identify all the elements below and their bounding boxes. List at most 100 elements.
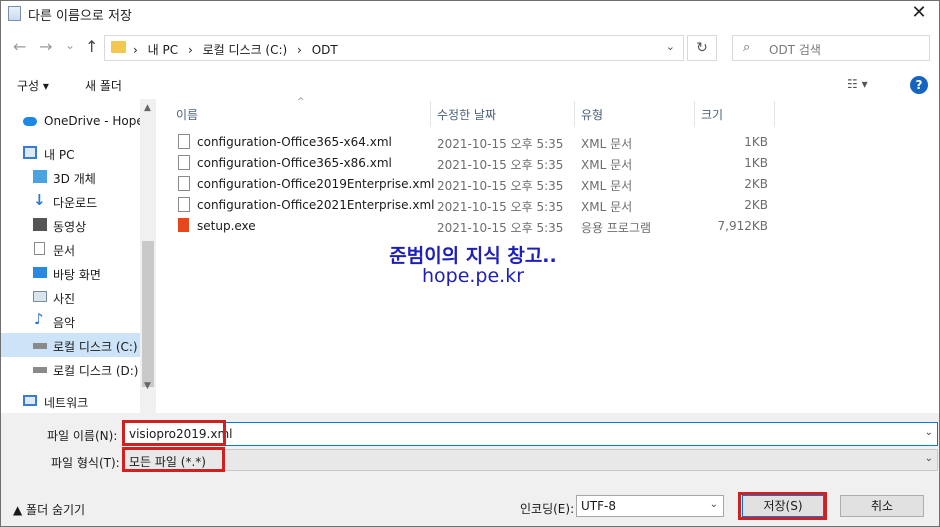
column-header-type[interactable]: 유형 <box>581 106 603 123</box>
file-size: 2KB <box>744 177 768 191</box>
breadcrumb-this-pc[interactable]: 내 PC <box>148 43 178 57</box>
file-type: XML 문서 <box>581 179 633 193</box>
sidebar-item-network[interactable]: 네트워크 <box>1 389 141 413</box>
chevron-down-icon[interactable]: ⌄ <box>666 40 675 53</box>
file-date: 2021-10-15 오후 5:35 <box>437 179 564 193</box>
column-header-name[interactable]: 이름 <box>176 106 198 123</box>
sidebar-item-downloads[interactable]: ↓ 다운로드 <box>1 189 141 213</box>
command-bar: 구성 ▾ 새 폴더 ☷ ▾ ? <box>1 71 939 99</box>
network-icon <box>23 395 37 406</box>
sidebar-item-this-pc[interactable]: 내 PC <box>1 141 141 165</box>
drive-icon <box>33 367 47 373</box>
file-date: 2021-10-15 오후 5:35 <box>437 158 564 172</box>
file-list: ^ 이름 수정한 날짜 유형 크기 configuration-Office36… <box>158 97 938 413</box>
column-header-size[interactable]: 크기 <box>701 106 723 123</box>
office-exe-icon <box>178 218 189 232</box>
file-name: configuration-Office2021Enterprise.xml <box>197 198 435 212</box>
xml-file-icon <box>178 176 190 191</box>
sidebar-item-documents[interactable]: 문서 <box>1 237 141 261</box>
filetype-select[interactable]: 모든 파일 (*.*) ⌄ <box>124 449 938 471</box>
sidebar-item-label: 로컬 디스크 (C:) <box>53 340 138 354</box>
scroll-up-icon[interactable]: ▲ <box>144 103 151 113</box>
sidebar-item-label: 바탕 화면 <box>53 268 101 282</box>
up-button[interactable]: ↑ <box>85 37 98 56</box>
sidebar-item-label: 다운로드 <box>53 196 98 210</box>
organize-button[interactable]: 구성 ▾ <box>17 77 49 94</box>
column-divider[interactable] <box>694 101 695 127</box>
cloud-icon <box>23 117 37 126</box>
breadcrumb-local-disk-c[interactable]: 로컬 디스크 (C:) <box>203 43 288 57</box>
watermark-url: hope.pe.kr <box>421 265 525 287</box>
filetype-label: 파일 형식(T): <box>51 456 120 470</box>
recent-locations-button[interactable]: ⌄ <box>65 38 75 52</box>
address-bar[interactable]: › 내 PC › 로컬 디스크 (C:) › ODT ⌄ <box>104 35 684 61</box>
drive-icon <box>33 343 47 349</box>
sidebar-item-onedrive[interactable]: OneDrive - Hope <box>1 109 144 133</box>
encoding-select[interactable]: UTF-8 ⌄ <box>576 495 724 517</box>
column-divider[interactable] <box>430 101 431 127</box>
sidebar-scrollbar[interactable]: ▲ ▼ <box>140 99 156 413</box>
column-divider[interactable] <box>774 101 775 127</box>
file-name: setup.exe <box>197 219 256 233</box>
sidebar-item-label: 사진 <box>53 292 76 306</box>
file-row[interactable]: configuration-Office2021Enterprise.xml 2… <box>176 195 776 216</box>
sidebar-item-label: OneDrive - Hope <box>44 114 144 128</box>
window-title: 다른 이름으로 저장 <box>28 9 132 24</box>
refresh-button[interactable]: ↻ <box>687 35 717 61</box>
scrollbar-thumb[interactable] <box>142 241 154 387</box>
sidebar-item-videos[interactable]: 동영상 <box>1 213 141 237</box>
sidebar-item-label: 동영상 <box>53 220 87 234</box>
sidebar-item-label: 3D 개체 <box>53 172 96 186</box>
sidebar-item-label: 내 PC <box>44 148 75 162</box>
encoding-value: UTF-8 <box>581 499 616 513</box>
close-button[interactable]: ✕ <box>899 1 939 27</box>
file-row[interactable]: configuration-Office365-x64.xml 2021-10-… <box>176 132 776 153</box>
search-placeholder: ODT 검색 <box>769 43 821 57</box>
computer-icon <box>23 146 37 159</box>
search-input[interactable]: ⌕ ODT 검색 <box>732 35 930 61</box>
xml-file-icon <box>178 155 190 170</box>
document-icon <box>34 242 45 255</box>
file-name: configuration-Office2019Enterprise.xml <box>197 177 435 191</box>
column-divider[interactable] <box>574 101 575 127</box>
chevron-down-icon[interactable]: ⌄ <box>925 427 933 438</box>
sidebar-item-local-disk-d[interactable]: 로컬 디스크 (D:) <box>1 357 141 381</box>
file-type: XML 문서 <box>581 158 633 172</box>
file-name: configuration-Office365-x64.xml <box>197 135 392 149</box>
file-size: 7,912KB <box>717 219 768 233</box>
folder-icon <box>111 41 126 53</box>
chevron-down-icon[interactable]: ⌄ <box>925 453 933 464</box>
encoding-label: 인코딩(E): <box>520 502 575 516</box>
file-row[interactable]: configuration-Office365-x86.xml 2021-10-… <box>176 153 776 174</box>
sidebar-item-pictures[interactable]: 사진 <box>1 285 141 309</box>
file-size: 1KB <box>744 156 768 170</box>
file-row[interactable]: setup.exe 2021-10-15 오후 5:35 응용 프로그램 7,9… <box>176 216 776 237</box>
sidebar-item-3d-objects[interactable]: 3D 개체 <box>1 165 141 189</box>
file-size: 1KB <box>744 135 768 149</box>
navigation-pane: OneDrive - Hope 내 PC 3D 개체 ↓ 다운로드 동영상 문서… <box>1 99 156 413</box>
breadcrumb-separator: › <box>187 43 193 57</box>
filename-input[interactable]: visiopro2019.xml ⌄ <box>124 422 938 446</box>
sidebar-item-local-disk-c[interactable]: 로컬 디스크 (C:) <box>1 333 141 357</box>
file-type: 응용 프로그램 <box>581 221 652 235</box>
sidebar-item-label: 음악 <box>53 316 76 330</box>
new-folder-button[interactable]: 새 폴더 <box>85 77 122 94</box>
help-icon[interactable]: ? <box>910 76 928 94</box>
download-icon: ↓ <box>33 191 46 209</box>
hide-folders-button[interactable]: ▲ 폴더 숨기기 <box>13 501 85 518</box>
view-options-button[interactable]: ☷ ▾ <box>847 77 868 91</box>
sidebar-item-desktop[interactable]: 바탕 화면 <box>1 261 141 285</box>
back-button[interactable]: ← <box>13 37 26 56</box>
chevron-down-icon[interactable]: ⌄ <box>710 499 718 510</box>
music-icon: ♪ <box>34 310 44 328</box>
sidebar-item-label: 로컬 디스크 (D:) <box>53 364 139 378</box>
cancel-button[interactable]: 취소 <box>840 495 924 517</box>
forward-button[interactable]: → <box>39 37 52 56</box>
sidebar-item-music[interactable]: ♪ 음악 <box>1 309 141 333</box>
breadcrumb-odt[interactable]: ODT <box>312 43 338 57</box>
scroll-down-icon[interactable]: ▼ <box>144 381 151 391</box>
file-row[interactable]: configuration-Office2019Enterprise.xml 2… <box>176 174 776 195</box>
column-header-date[interactable]: 수정한 날짜 <box>437 106 496 123</box>
xml-file-icon <box>178 197 190 212</box>
desktop-icon <box>33 267 47 278</box>
